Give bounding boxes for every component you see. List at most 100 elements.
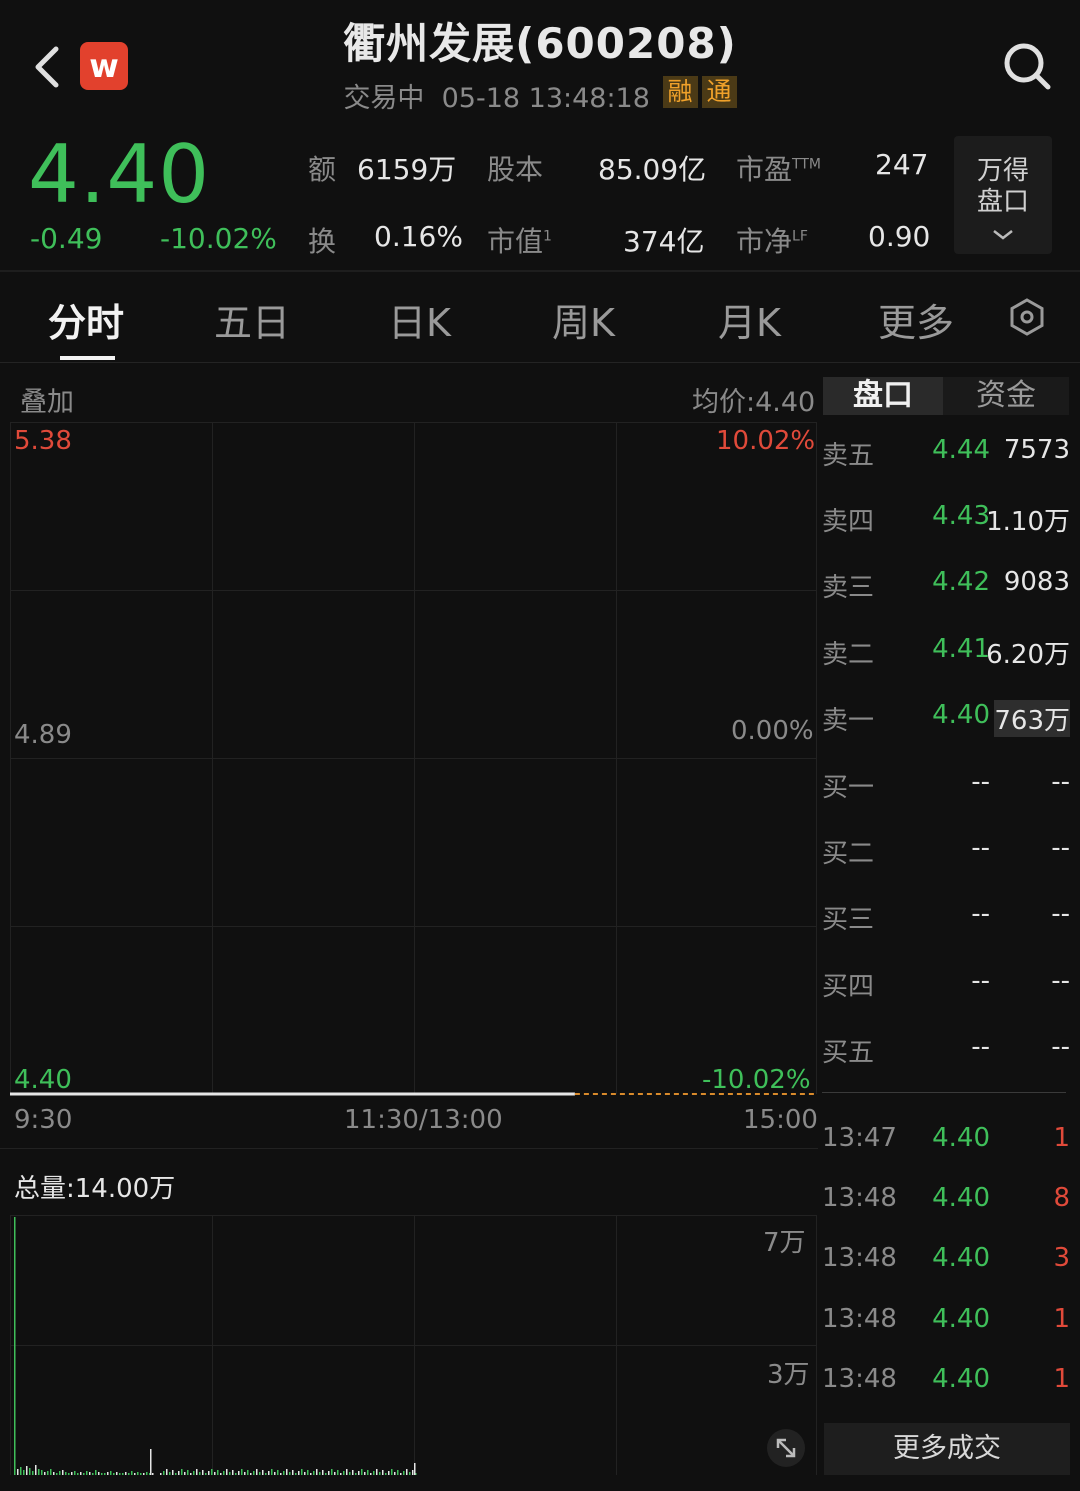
volume-bar xyxy=(38,1469,40,1475)
volume-bar xyxy=(140,1473,142,1475)
bid-price: -- xyxy=(971,966,990,996)
ask-price: 4.40 xyxy=(932,700,990,730)
volume-bar xyxy=(394,1472,396,1475)
bid-row: 买五 -- -- xyxy=(822,1032,1072,1072)
pb-sup: LF xyxy=(792,228,808,245)
expand-icon[interactable] xyxy=(766,1428,806,1468)
volume-bar xyxy=(361,1469,363,1475)
volume-bar xyxy=(122,1473,124,1475)
bid-price: -- xyxy=(971,899,990,929)
wind-button-line2: 盘口 xyxy=(976,187,1029,217)
volume-bar xyxy=(104,1473,106,1475)
ask-row: 卖三 4.42 9083 xyxy=(822,567,1072,607)
volume-bar xyxy=(331,1469,333,1475)
volume-bar xyxy=(414,1463,416,1475)
trade-price: 4.40 xyxy=(932,1364,990,1394)
volume-bar xyxy=(193,1471,195,1475)
volume-chart xyxy=(10,1215,817,1475)
price-line-svg xyxy=(10,1092,817,1096)
tab-five-day[interactable]: 五日 xyxy=(214,292,290,347)
timestamp: 05-18 13:48:18 xyxy=(441,83,650,114)
tab-capital-flow[interactable]: 资金 xyxy=(943,377,1069,415)
pe-value: 247 xyxy=(875,148,929,181)
volume-bar xyxy=(175,1473,177,1475)
volume-bar xyxy=(80,1472,82,1475)
volume-bar xyxy=(184,1472,186,1475)
more-trades-button[interactable]: 更多成交 xyxy=(824,1423,1070,1475)
tab-monthly-k[interactable]: 月K xyxy=(718,292,781,347)
divider xyxy=(0,362,1080,363)
volume-bar xyxy=(95,1470,97,1475)
avg-price: 均价:4.40 xyxy=(692,387,816,418)
volume-bar xyxy=(382,1470,384,1475)
ask-row: 卖四 4.43 1.10万 xyxy=(822,501,1072,541)
vol-tick-mid: 3万 xyxy=(767,1360,810,1390)
tab-more[interactable]: 更多 xyxy=(878,292,954,347)
volume-bar xyxy=(166,1469,168,1475)
ask-price: 4.42 xyxy=(932,567,990,597)
ask-volume: 763万 xyxy=(994,700,1070,737)
volume-bar xyxy=(50,1469,52,1475)
ask-row: 卖一 4.40 763万 xyxy=(822,700,1072,740)
volume-bar xyxy=(289,1472,291,1475)
volume-bar xyxy=(376,1469,378,1475)
volume-bar xyxy=(316,1469,318,1475)
overlay-button[interactable]: 叠加 xyxy=(20,380,74,419)
wind-orderbook-button[interactable]: 万得 盘口 xyxy=(954,136,1052,254)
connect-badge: 通 xyxy=(701,76,737,108)
volume-bar xyxy=(199,1472,201,1475)
ask-volume: 6.20万 xyxy=(986,640,1070,670)
trade-time: 13:48 xyxy=(822,1364,897,1394)
bid-row: 买三 -- -- xyxy=(822,899,1072,939)
ask-row: 卖二 4.41 6.20万 xyxy=(822,634,1072,674)
ask-row: 卖五 4.44 7573 xyxy=(822,435,1072,475)
vol-tick-high: 7万 xyxy=(763,1228,806,1258)
tab-orderbook[interactable]: 盘口 xyxy=(823,377,943,415)
trade-volume: 1 xyxy=(1053,1123,1070,1153)
pe-sup: TTM xyxy=(792,156,821,173)
volume-bar xyxy=(150,1449,152,1475)
tab-intraday[interactable]: 分时 xyxy=(48,292,124,347)
volume-bar xyxy=(412,1470,414,1475)
active-tab-indicator xyxy=(60,356,115,360)
tab-weekly-k[interactable]: 周K xyxy=(552,292,615,347)
volume-total: 总量:14.00万 xyxy=(14,1174,176,1204)
volume-bar xyxy=(214,1472,216,1475)
mktcap-label-text: 市值 xyxy=(487,225,544,258)
tab-daily-k[interactable]: 日K xyxy=(388,292,451,347)
volume-bar xyxy=(358,1471,360,1475)
bid-label: 买一 xyxy=(822,773,875,803)
volume-bar xyxy=(59,1471,61,1475)
volume-bar xyxy=(232,1470,234,1475)
volume-bar xyxy=(143,1473,145,1475)
volume-bar xyxy=(202,1470,204,1475)
volume-bar xyxy=(65,1472,67,1475)
volume-bar xyxy=(178,1471,180,1475)
bid-price: -- xyxy=(971,833,990,863)
volume-bar xyxy=(247,1470,249,1475)
volume-bar xyxy=(403,1471,405,1475)
pe-label-text: 市盈 xyxy=(736,153,793,186)
bid-price: -- xyxy=(971,1032,990,1062)
mktcap-label: 市值1 xyxy=(487,220,552,260)
volume-bar xyxy=(32,1471,34,1475)
chart-settings-icon[interactable] xyxy=(1007,297,1047,337)
volume-bar xyxy=(134,1473,136,1475)
volume-bar xyxy=(322,1470,324,1475)
volume-bar xyxy=(44,1472,46,1475)
volume-bar xyxy=(301,1469,303,1475)
y-tick-mid: 4.89 xyxy=(14,720,72,750)
ask-price: 4.41 xyxy=(932,634,990,664)
volume-bar xyxy=(226,1469,228,1475)
volume-bar xyxy=(391,1469,393,1475)
trading-status: 交易中 05-18 13:48:18 融通 xyxy=(0,76,1080,115)
volume-bar xyxy=(253,1471,255,1475)
volume-bar xyxy=(131,1471,133,1475)
volume-bar xyxy=(152,1473,154,1475)
bid-volume: -- xyxy=(1051,833,1070,863)
volume-bar xyxy=(110,1471,112,1475)
search-icon[interactable] xyxy=(1003,42,1053,92)
volume-bar xyxy=(328,1471,330,1475)
volume-bar xyxy=(14,1217,16,1475)
bid-price: -- xyxy=(971,767,990,797)
